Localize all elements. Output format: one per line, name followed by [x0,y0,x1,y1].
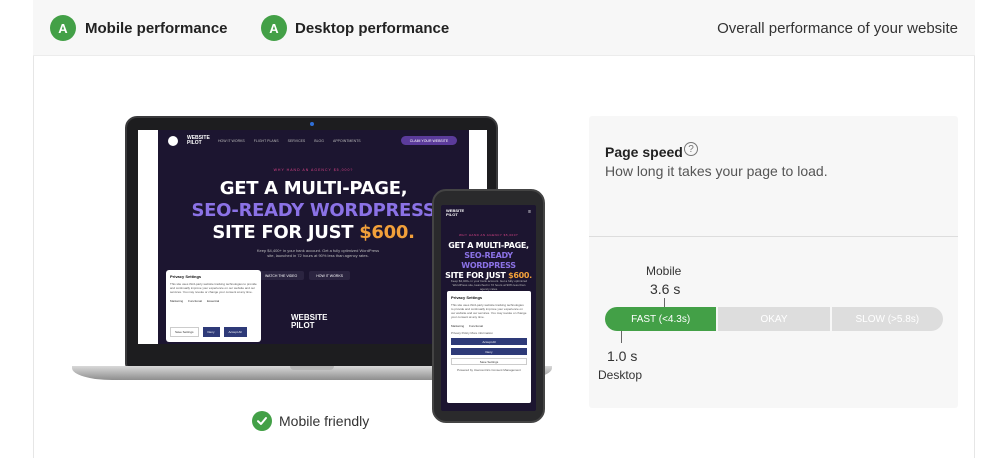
speed-segment-slow: SLOW (>5.8s) [831,307,943,331]
site-nav-link: HOW IT WORKS [218,139,245,143]
privacy-essential: Essential [207,299,220,303]
hero-line-3: SITE FOR JUST $600. [158,222,469,244]
question-mark-icon[interactable]: ? [684,142,698,156]
privacy-functional: Functional [188,299,203,303]
hero-price: $600. [359,222,415,243]
phone-privacy-deny-button: Deny [451,348,527,355]
phone-privacy-functional: Functional [469,324,484,328]
site-nav-link: BLOG [314,139,324,143]
privacy-marketing: Marketing [170,299,184,303]
hero-line-3-text: SITE FOR JUST [212,222,360,243]
camera-dot [310,122,314,126]
site-nav-link: FLIGHT PLANS [253,139,279,143]
phone-screen: WEBSITE PILOT ≡ WHY HAND AN AGENCY $5,00… [441,205,536,411]
speed-segment-fast: FAST (<4.3s) [605,307,717,331]
mobile-performance-tab[interactable]: Mobile performance [85,20,228,37]
site-hero-heading: GET A MULTI-PAGE, SEO-READY WORDPRESS SI… [158,178,469,244]
desktop-marker-value: 1.0 s [607,348,638,364]
phone-privacy-title: Privacy Settings [451,295,483,300]
privacy-deny-button: Deny [202,327,220,337]
laptop-notch [290,366,334,370]
phone-eyebrow: WHY HAND AN AGENCY $5,000? [458,233,519,237]
mobile-friendly-indicator: Mobile friendly [252,411,369,431]
site-screenshot: WEBSITE PILOT HOW IT WORKS FLIGHT PLANS … [158,130,469,344]
overall-performance-label: Overall performance of your website [717,20,958,37]
desktop-grade-badge: A [261,15,287,41]
phone-preview: WEBSITE PILOT ≡ WHY HAND AN AGENCY $5,00… [432,189,545,423]
site-privacy-dialog: Privacy Settings This site uses third-pa… [166,270,261,342]
site-footer-logo: WEBSITE PILOT [291,313,328,330]
phone-privacy-text: This site uses third-party website track… [451,303,527,319]
privacy-save-button: Save Settings [170,327,199,337]
hero-line-2: SEO-READY WORDPRESS [191,200,436,221]
phone-site-logo: WEBSITE PILOT [446,208,465,217]
site-watch-video-button: WATCH THE VIDEO [258,271,305,280]
phone-hero-heading: GET A MULTI-PAGE, SEO-READY WORDPRESS SI… [441,241,536,281]
mobile-marker-value: 3.6 s [650,281,681,297]
desktop-performance-tab[interactable]: Desktop performance [295,20,449,37]
hamburger-menu-icon: ≡ [528,209,531,215]
phone-privacy-powered: Powered by Usercentrics Consent Manageme… [457,368,521,372]
site-hero-subtext: Keep $4,400+ in your bank account. Get a… [256,248,380,258]
speed-scale-bar: FAST (<4.3s) OKAY SLOW (>5.8s) [605,307,943,331]
mobile-friendly-label: Mobile friendly [279,413,370,429]
hero-line-1: GET A MULTI-PAGE, [219,178,408,199]
speed-segment-okay: OKAY [718,307,830,331]
mobile-grade-badge: A [50,15,76,41]
phone-privacy-save-button: Save Settings [451,358,527,365]
page-speed-description: How long it takes your page to load. [605,163,828,179]
divider [589,236,958,237]
phone-privacy-dialog: Privacy Settings This site uses third-pa… [447,291,531,403]
privacy-toggles: Marketing Functional Essential [170,299,257,303]
check-icon [252,411,272,431]
site-logo-icon [168,136,178,146]
site-hero-buttons: WATCH THE VIDEO HOW IT WORKS [258,271,350,280]
phone-hero-line-1: GET A MULTI-PAGE, [448,241,529,250]
site-nav-link: SERVICES [287,139,306,143]
privacy-title: Privacy Settings [170,274,202,279]
desktop-marker-label: Desktop [598,368,643,382]
phone-hero-subtext: Keep $4,400+ in your bank account. Get a… [450,279,528,291]
site-how-it-works-button: HOW IT WORKS [309,271,350,280]
privacy-buttons: Save Settings Deny Accept All [170,327,247,337]
privacy-accept-button: Accept All [223,327,247,337]
page-speed-panel: Page speed ? How long it takes your page… [589,116,958,408]
site-eyebrow: WHY HAND AN AGENCY $5,000? [273,168,354,172]
page-speed-title: Page speed [605,144,683,160]
desktop-marker-tick [621,331,622,343]
site-nav-link: APPOINTMENTS [333,139,361,143]
mobile-marker-label: Mobile [646,264,682,278]
privacy-text: This site uses third-party website track… [170,282,257,294]
site-claim-button: CLAIM YOUR WEBSITE [401,136,457,145]
phone-privacy-toggles: Marketing Functional [451,324,527,328]
site-logo: WEBSITE PILOT [187,135,210,146]
phone-privacy-marketing: Marketing [451,324,465,328]
phone-privacy-links: Privacy Policy More information [451,331,494,335]
phone-privacy-accept-button: Accept All [451,338,527,345]
performance-header: A Mobile performance A Desktop performan… [33,0,975,56]
phone-hero-line-2: SEO-READY WORDPRESS [461,251,516,270]
